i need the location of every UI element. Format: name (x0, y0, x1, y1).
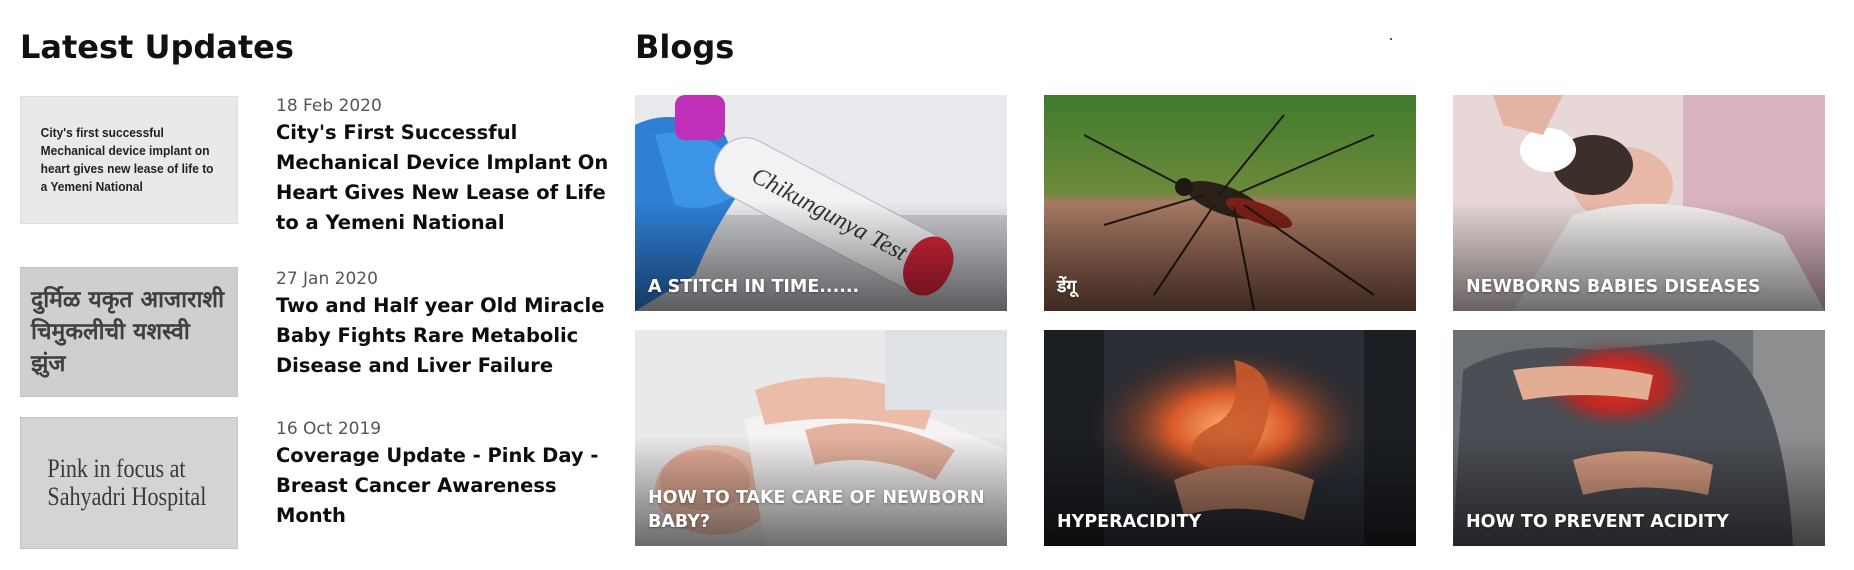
update-item[interactable]: दुर्मिळ यकृत आजाराशी चिमुकलीची यशस्वी झु… (20, 267, 604, 397)
blog-card-title: HYPERACIDITY (1057, 512, 1202, 532)
blog-card-title: HOW TO TAKE CARE OF NEWBORN BABY? (648, 488, 985, 532)
update-date: 27 Jan 2020 (276, 269, 378, 289)
update-date: 16 Oct 2019 (276, 419, 382, 439)
decorative-dot (1390, 38, 1392, 40)
update-title-link[interactable]: City's First Successful Mechanical Devic… (276, 118, 626, 238)
blog-card-prevent-acidity[interactable]: HOW TO PREVENT ACIDITY (1453, 330, 1825, 546)
update-date: 18 Feb 2020 (276, 96, 382, 116)
blog-card-title: HOW TO PREVENT ACIDITY (1466, 512, 1729, 532)
blogs-heading: Blogs (635, 28, 735, 66)
blog-card-newborn-care[interactable]: HOW TO TAKE CARE OF NEWBORN BABY? (635, 330, 1007, 546)
update-title-link[interactable]: Coverage Update - Pink Day - Breast Canc… (276, 441, 626, 531)
update-thumbnail[interactable]: Pink in focus at Sahyadri Hospital (20, 417, 238, 549)
thumbnail-text: City's first successful Mechanical devic… (40, 125, 214, 194)
update-title-link[interactable]: Two and Half year Old Miracle Baby Fight… (276, 291, 626, 381)
blog-card-stitch-in-time[interactable]: Chikungunya Test A STITCH IN TIME...... (635, 95, 1007, 311)
blog-card-title: A STITCH IN TIME...... (648, 277, 860, 297)
update-thumbnail[interactable]: City's first successful Mechanical devic… (20, 96, 238, 224)
update-thumbnail[interactable]: दुर्मिळ यकृत आजाराशी चिमुकलीची यशस्वी झु… (20, 267, 238, 397)
blog-card-title: डेंगू (1057, 277, 1077, 297)
blog-card-hyperacidity[interactable]: HYPERACIDITY (1044, 330, 1416, 546)
blog-card-dengue[interactable]: डेंगू (1044, 95, 1416, 311)
update-item[interactable]: Pink in focus at Sahyadri Hospital 16 Oc… (20, 417, 600, 549)
latest-updates-heading: Latest Updates (20, 28, 294, 66)
blog-card-newborn-diseases[interactable]: NEWBORNS BABIES DISEASES (1453, 95, 1825, 311)
thumbnail-text: Pink in focus at Sahyadri Hospital (47, 454, 207, 511)
update-item[interactable]: City's first successful Mechanical devic… (20, 96, 608, 236)
thumbnail-text: दुर्मिळ यकृत आजाराशी चिमुकलीची यशस्वी झु… (31, 287, 225, 377)
blog-card-title: NEWBORNS BABIES DISEASES (1466, 277, 1761, 297)
